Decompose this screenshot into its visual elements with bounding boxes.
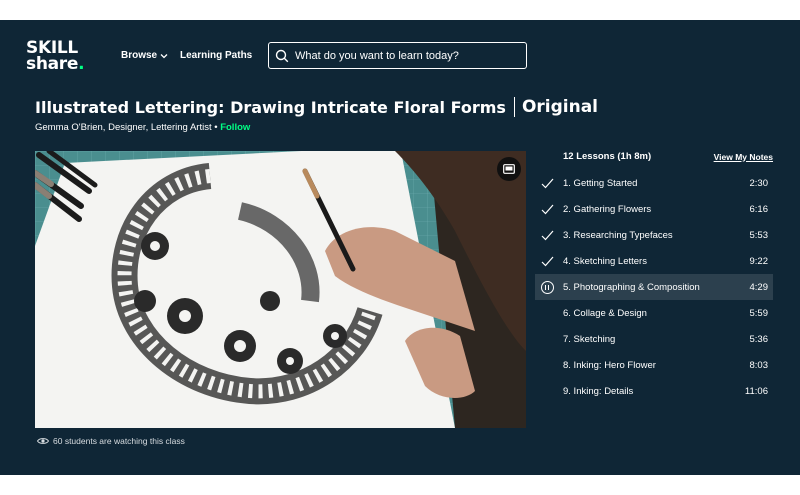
course-title: Illustrated Lettering: Drawing Intricate… — [35, 97, 506, 117]
search-box[interactable] — [268, 42, 527, 69]
picture-in-picture-button[interactable] — [497, 157, 521, 181]
lesson-item-9[interactable]: 9. Inking: Details 11:06 — [535, 378, 773, 404]
lesson-duration: 6:16 — [749, 203, 769, 215]
lesson-item-2[interactable]: 2. Gathering Flowers 6:16 — [535, 196, 773, 222]
skillshare-logo[interactable]: SKILL share. — [26, 40, 96, 74]
view-notes-link[interactable]: View My Notes — [714, 152, 773, 162]
lesson-item-8[interactable]: 8. Inking: Hero Flower 8:03 — [535, 352, 773, 378]
eye-icon — [37, 438, 49, 444]
author-separator: • — [211, 122, 221, 133]
lesson-duration: 8:03 — [749, 359, 769, 371]
pause-icon[interactable] — [540, 280, 554, 294]
lesson-duration: 4:29 — [749, 281, 769, 293]
author-name[interactable]: Gemma O'Brien, Designer, Lettering Artis… — [35, 122, 212, 133]
lesson-title: 3. Researching Typefaces — [563, 229, 673, 241]
lesson-title: 7. Sketching — [563, 333, 616, 345]
lesson-title: 5. Photographing & Composition — [563, 281, 700, 293]
lesson-title: 8. Inking: Hero Flower — [563, 359, 656, 371]
logo-dot: . — [78, 54, 85, 74]
search-icon — [275, 49, 289, 62]
original-badge: Original — [521, 97, 599, 117]
lesson-title: 6. Collage & Design — [563, 307, 647, 319]
watching-indicator: 60 students are watching this class — [37, 436, 185, 446]
picture-in-picture-icon — [503, 164, 515, 174]
search-input[interactable] — [295, 49, 515, 62]
browse-label: Browse — [121, 50, 158, 61]
lesson-item-7[interactable]: 7. Sketching 5:36 — [535, 326, 773, 352]
browse-menu[interactable]: Browse — [121, 50, 168, 61]
check-icon — [540, 254, 554, 268]
lesson-duration: 11:06 — [744, 385, 768, 397]
video-frame-illustration — [35, 151, 526, 428]
lesson-title: 9. Inking: Details — [563, 385, 634, 397]
lessons-header: 12 Lessons (1h 8m) View My Notes — [563, 151, 773, 162]
lesson-duration: 9:22 — [749, 255, 769, 267]
check-icon — [540, 176, 554, 190]
lesson-duration: 5:59 — [749, 307, 769, 319]
lesson-item-1[interactable]: 1. Getting Started 2:30 — [535, 170, 773, 196]
logo-line-2: share. — [26, 54, 85, 74]
lesson-duration: 2:30 — [749, 177, 769, 189]
lesson-item-5-active[interactable]: 5. Photographing & Composition 4:29 — [535, 274, 773, 300]
app-root: SKILL share. Browse Learning Paths Illus… — [0, 20, 800, 475]
lessons-count: 12 Lessons (1h 8m) — [563, 151, 652, 162]
check-icon — [540, 228, 554, 242]
lesson-title: 4. Sketching Letters — [563, 255, 647, 267]
course-title-row: Illustrated Lettering: Drawing Intricate… — [35, 97, 598, 117]
check-icon — [540, 202, 554, 216]
lesson-item-3[interactable]: 3. Researching Typefaces 5:53 — [535, 222, 773, 248]
lesson-title: 2. Gathering Flowers — [563, 203, 652, 215]
lesson-item-6[interactable]: 6. Collage & Design 5:59 — [535, 300, 773, 326]
author-line: Gemma O'Brien, Designer, Lettering Artis… — [35, 122, 250, 133]
title-divider — [513, 97, 515, 117]
follow-button[interactable]: Follow — [220, 122, 250, 133]
learning-paths-link[interactable]: Learning Paths — [180, 50, 252, 61]
lesson-duration: 5:36 — [749, 333, 769, 345]
lesson-item-4[interactable]: 4. Sketching Letters 9:22 — [535, 248, 773, 274]
lesson-list: 1. Getting Started 2:30 2. Gathering Flo… — [535, 170, 773, 404]
lesson-duration: 5:53 — [749, 229, 769, 241]
chevron-down-icon — [160, 53, 168, 58]
watching-text: 60 students are watching this class — [53, 436, 185, 446]
lesson-title: 1. Getting Started — [563, 177, 638, 189]
video-player[interactable] — [35, 151, 526, 428]
